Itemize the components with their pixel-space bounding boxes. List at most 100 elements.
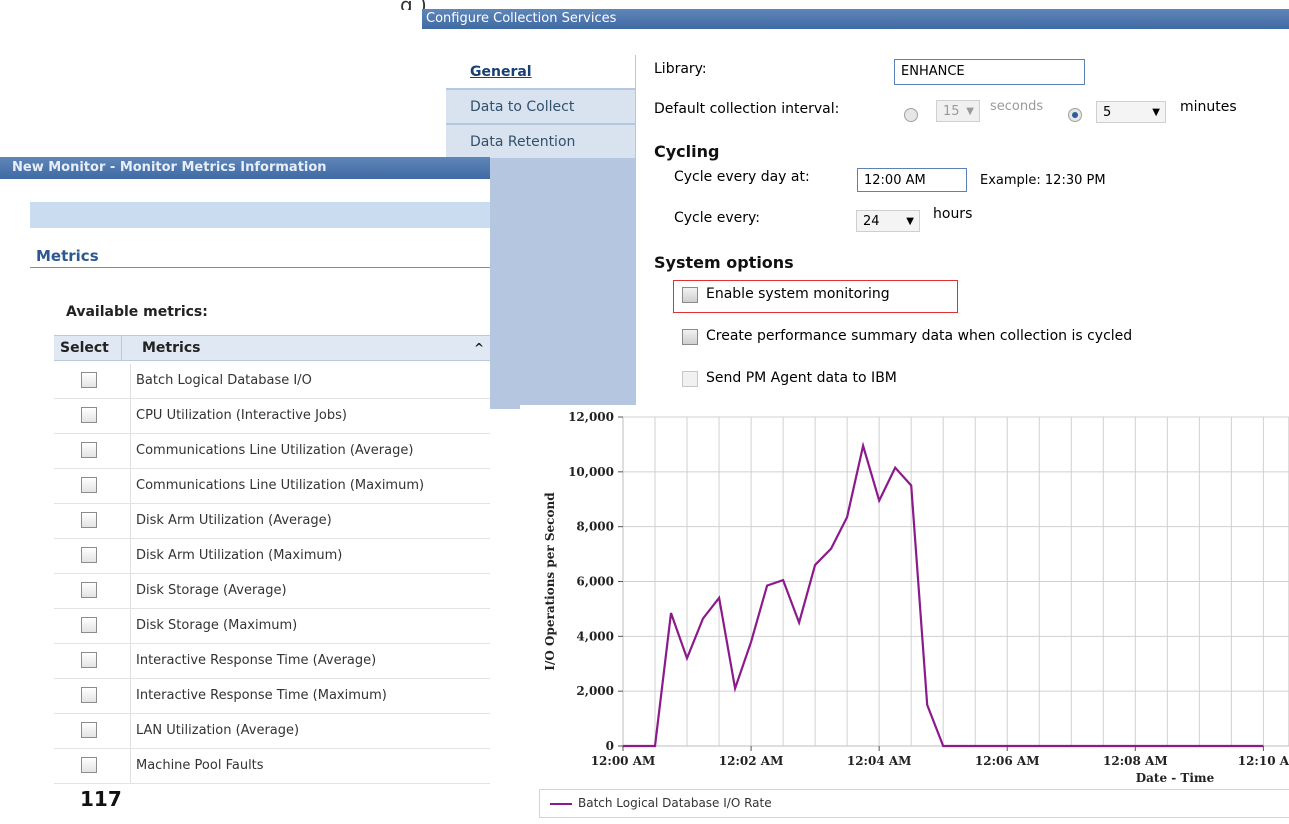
tab-data-retention[interactable]: Data Retention bbox=[446, 125, 635, 159]
x-tick-label: 12:02 AM bbox=[719, 754, 784, 768]
metric-label: Machine Pool Faults bbox=[136, 758, 264, 773]
seconds-radio[interactable] bbox=[904, 108, 918, 122]
available-metrics-label: Available metrics: bbox=[66, 304, 208, 320]
monitor-metrics-window: New Monitor - Monitor Metrics Informatio… bbox=[0, 157, 490, 784]
row-select-checkbox[interactable] bbox=[81, 652, 97, 668]
configure-collection-window: Configure Collection Services General Da… bbox=[422, 9, 1289, 409]
x-tick-label: 12:00 AM bbox=[591, 754, 656, 768]
column-divider bbox=[130, 644, 131, 678]
minutes-select[interactable]: 5 ▼ bbox=[1096, 101, 1166, 123]
row-select-checkbox[interactable] bbox=[81, 687, 97, 703]
io-rate-chart: 0 2,000 4,000 6,000 8,000 10,000 12,000 12:00 A… bbox=[520, 405, 1289, 824]
y-tick-label: 6,000 bbox=[576, 575, 614, 589]
cycle-hours-value: 24 bbox=[863, 214, 880, 229]
table-row: Disk Arm Utilization (Maximum) bbox=[54, 539, 490, 574]
chevron-down-icon: ▼ bbox=[966, 106, 974, 117]
chart-svg: 0 2,000 4,000 6,000 8,000 10,000 12,000 12:00 A… bbox=[543, 410, 1289, 785]
table-row: Communications Line Utilization (Average… bbox=[54, 434, 490, 469]
x-tick-label: 12:06 AM bbox=[975, 754, 1040, 768]
metric-label: Disk Storage (Average) bbox=[136, 583, 287, 598]
column-divider bbox=[121, 336, 122, 360]
sort-up-icon[interactable]: ^ bbox=[474, 336, 484, 360]
seconds-label: seconds bbox=[990, 99, 1044, 114]
cycle-time-input[interactable]: 12:00 AM bbox=[857, 168, 967, 192]
table-row: Disk Arm Utilization (Average) bbox=[54, 504, 490, 539]
table-row: LAN Utilization (Average) bbox=[54, 714, 490, 749]
y-tick-label: 12,000 bbox=[568, 410, 614, 424]
y-tick-label: 2,000 bbox=[576, 684, 614, 698]
row-select-checkbox[interactable] bbox=[81, 372, 97, 388]
column-divider bbox=[130, 504, 131, 538]
y-tick-label: 0 bbox=[606, 739, 614, 753]
row-select-checkbox[interactable] bbox=[81, 617, 97, 633]
metric-label: Disk Storage (Maximum) bbox=[136, 618, 298, 633]
cycle-day-label: Cycle every day at: bbox=[674, 169, 810, 185]
x-tick-label: 12:08 AM bbox=[1103, 754, 1168, 768]
x-axis-label: Date - Time bbox=[1136, 771, 1215, 785]
legend-swatch bbox=[550, 803, 572, 805]
y-axis-label: I/O Operations per Second bbox=[543, 492, 557, 671]
minutes-radio[interactable] bbox=[1068, 108, 1082, 122]
table-row: Disk Storage (Average) bbox=[54, 574, 490, 609]
col-select[interactable]: Select bbox=[60, 336, 109, 360]
row-select-checkbox[interactable] bbox=[81, 757, 97, 773]
metrics-heading: Metrics bbox=[36, 247, 99, 265]
cycle-hours-select[interactable]: 24 ▼ bbox=[856, 210, 920, 232]
table-row: CPU Utilization (Interactive Jobs) bbox=[54, 399, 490, 434]
metric-label: Batch Logical Database I/O bbox=[136, 373, 312, 388]
minutes-value: 5 bbox=[1103, 105, 1112, 120]
col-metrics[interactable]: Metrics bbox=[142, 336, 200, 360]
column-divider bbox=[130, 539, 131, 573]
library-label: Library: bbox=[654, 61, 707, 77]
column-divider bbox=[130, 434, 131, 468]
y-tick-label: 4,000 bbox=[576, 629, 614, 643]
legend-label: Batch Logical Database I/O Rate bbox=[578, 796, 772, 810]
cycling-heading: Cycling bbox=[654, 142, 720, 161]
row-select-checkbox[interactable] bbox=[81, 442, 97, 458]
row-select-checkbox[interactable] bbox=[81, 547, 97, 563]
cycle-every-label: Cycle every: bbox=[674, 210, 760, 226]
row-select-checkbox[interactable] bbox=[81, 722, 97, 738]
metric-label: Communications Line Utilization (Average… bbox=[136, 443, 414, 458]
perf-summary-label: Create performance summary data when col… bbox=[706, 328, 1133, 344]
pm-agent-checkbox[interactable] bbox=[682, 371, 698, 387]
column-divider bbox=[130, 679, 131, 713]
metric-label: Communications Line Utilization (Maximum… bbox=[136, 478, 425, 493]
row-select-checkbox[interactable] bbox=[81, 582, 97, 598]
y-tick-label: 10,000 bbox=[568, 465, 614, 479]
perf-summary-checkbox[interactable] bbox=[682, 329, 698, 345]
y-tick-label: 8,000 bbox=[576, 520, 614, 534]
metric-label: Interactive Response Time (Maximum) bbox=[136, 688, 387, 703]
table-row: Communications Line Utilization (Maximum… bbox=[54, 469, 490, 504]
seconds-value: 15 bbox=[943, 104, 960, 119]
metric-label: Interactive Response Time (Average) bbox=[136, 653, 377, 668]
system-options-heading: System options bbox=[654, 253, 794, 272]
minutes-label: minutes bbox=[1180, 99, 1237, 115]
enable-monitoring-checkbox[interactable] bbox=[682, 287, 698, 303]
tab-data-to-collect[interactable]: Data to Collect bbox=[446, 90, 635, 124]
chevron-down-icon: ▼ bbox=[906, 216, 914, 227]
x-tick-label: 12:10 A bbox=[1238, 754, 1289, 768]
table-row: Machine Pool Faults bbox=[54, 749, 490, 784]
metric-label: Disk Arm Utilization (Maximum) bbox=[136, 548, 343, 563]
x-tick-label: 12:04 AM bbox=[847, 754, 912, 768]
table-row: Batch Logical Database I/O bbox=[54, 364, 490, 399]
window-title: Configure Collection Services bbox=[422, 9, 1289, 29]
metric-label: Disk Arm Utilization (Average) bbox=[136, 513, 332, 528]
column-divider bbox=[130, 714, 131, 748]
row-select-checkbox[interactable] bbox=[81, 477, 97, 493]
pm-agent-label: Send PM Agent data to IBM bbox=[706, 370, 897, 386]
library-input[interactable]: ENHANCE bbox=[894, 59, 1085, 85]
chart-legend: Batch Logical Database I/O Rate bbox=[539, 789, 1289, 818]
seconds-select[interactable]: 15 ▼ bbox=[936, 100, 980, 122]
row-select-checkbox[interactable] bbox=[81, 407, 97, 423]
table-header: Select Metrics ^ bbox=[54, 335, 490, 361]
window-title: New Monitor - Monitor Metrics Informatio… bbox=[0, 157, 490, 179]
chevron-down-icon: ▼ bbox=[1152, 107, 1160, 118]
table-row: Interactive Response Time (Average) bbox=[54, 644, 490, 679]
column-divider bbox=[130, 749, 131, 783]
interval-label: Default collection interval: bbox=[654, 101, 840, 117]
row-select-checkbox[interactable] bbox=[81, 512, 97, 528]
tab-general[interactable]: General bbox=[446, 55, 635, 89]
hours-label: hours bbox=[933, 206, 973, 222]
